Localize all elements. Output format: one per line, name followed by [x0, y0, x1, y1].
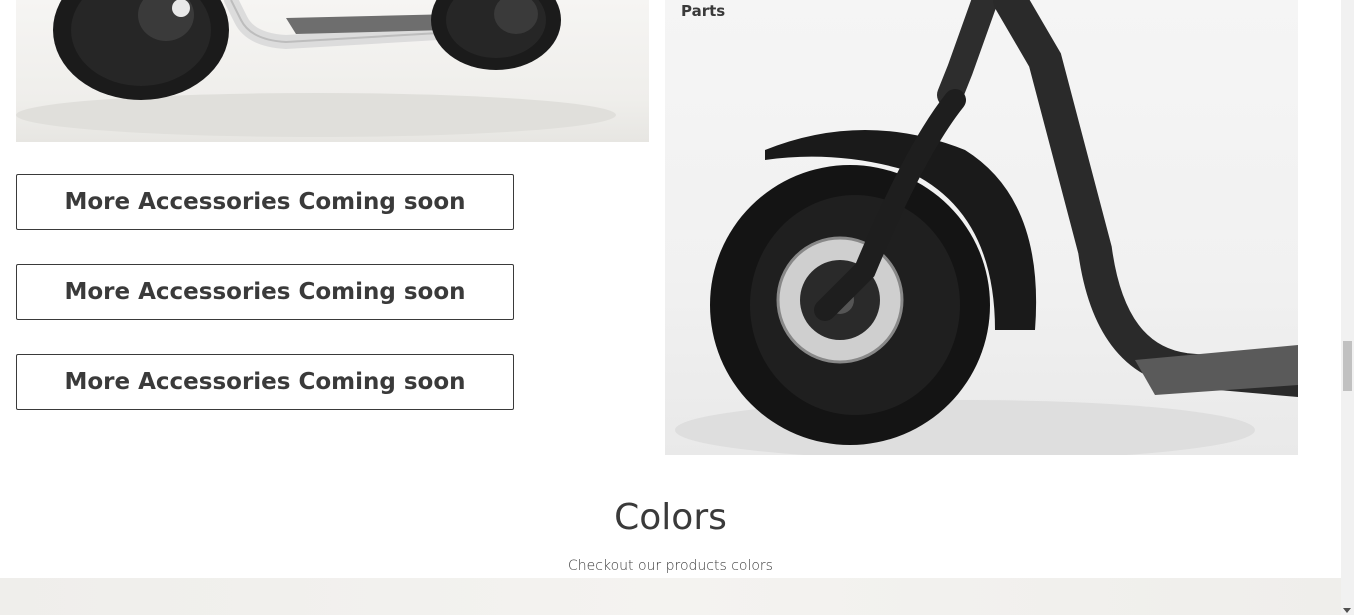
more-accessories-button-1[interactable]: More Accessories Coming soon	[16, 174, 514, 230]
colors-heading: Colors	[614, 497, 727, 538]
scrollbar-thumb[interactable]	[1343, 341, 1352, 391]
colors-subtitle: Checkout our products colors	[568, 558, 773, 574]
parts-label: Parts	[681, 2, 726, 20]
scroll-down-arrow-icon[interactable]	[1343, 608, 1351, 613]
scooter-illustration-right	[675, 0, 1298, 455]
page: Parts More Accessories Coming soon More …	[0, 0, 1341, 615]
more-accessories-button-2[interactable]: More Accessories Coming soon	[16, 264, 514, 320]
scooter-illustration-left	[16, 0, 616, 137]
more-accessories-button-3[interactable]: More Accessories Coming soon	[16, 354, 514, 410]
colors-banner-image	[0, 578, 1341, 615]
vertical-scrollbar[interactable]	[1341, 0, 1354, 615]
scooter-image-parts[interactable]: Parts	[665, 0, 1298, 455]
scooter-image-left[interactable]	[16, 0, 649, 142]
